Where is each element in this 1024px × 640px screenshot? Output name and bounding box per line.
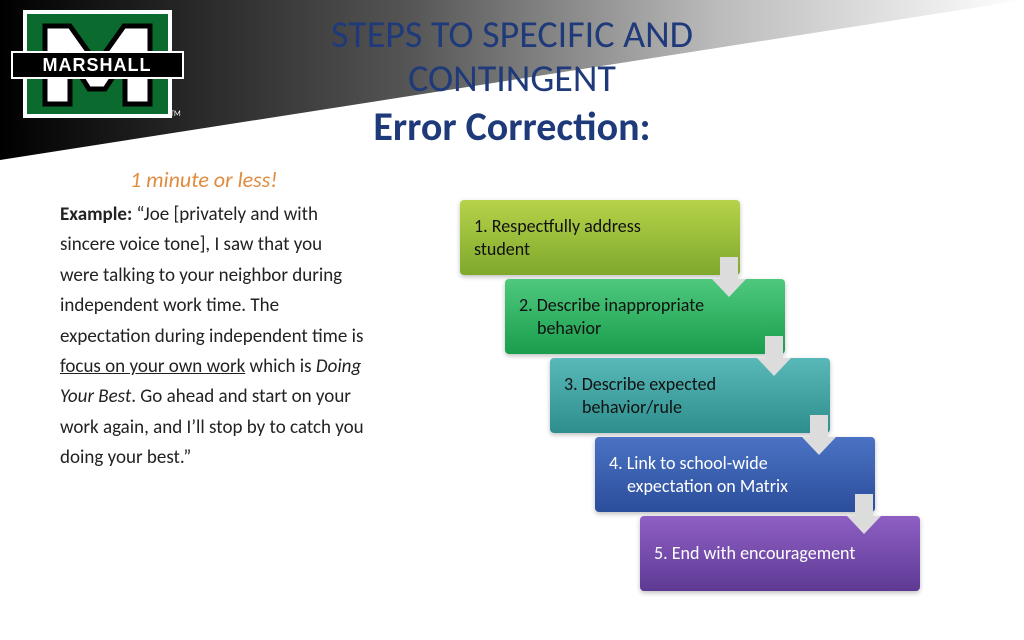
step-4-line2: expectation on Matrix (609, 475, 788, 498)
example-label: Example: (60, 203, 132, 226)
step-1-line1: 1. Respectfully address (474, 215, 641, 237)
step-2-line2: behavior (519, 317, 704, 340)
arrow-down-icon (802, 415, 836, 457)
example-text-mid1: which is (245, 355, 316, 378)
example-underlined: focus on your own work (60, 355, 245, 378)
title-line-3: Error Correction: (0, 103, 1024, 151)
step-1: 1. Respectfully address student (460, 200, 740, 275)
step-5-line1: 5. End with encouragement (654, 542, 855, 564)
step-1-line2: student (474, 238, 530, 260)
steps-diagram: 1. Respectfully address student 2. Descr… (460, 200, 980, 595)
title-line-2: CONTINGENT (0, 58, 1024, 102)
step-2-line1: 2. Describe inappropriate (519, 294, 704, 316)
arrow-down-icon (847, 494, 881, 536)
step-3-line1: 3. Describe expected (564, 373, 716, 395)
slide-title: STEPS TO SPECIFIC AND CONTINGENT Error C… (0, 14, 1024, 151)
step-4-line1: 4. Link to school-wide (609, 452, 768, 474)
title-line-1: STEPS TO SPECIFIC AND (0, 14, 1024, 58)
arrow-down-icon (757, 336, 791, 378)
arrow-down-icon (712, 257, 746, 299)
example-paragraph: Example: “Joe [privately and with sincer… (60, 200, 365, 474)
subtitle-time: 1 minute or less! (130, 166, 277, 193)
step-3-line2: behavior/rule (564, 396, 716, 419)
